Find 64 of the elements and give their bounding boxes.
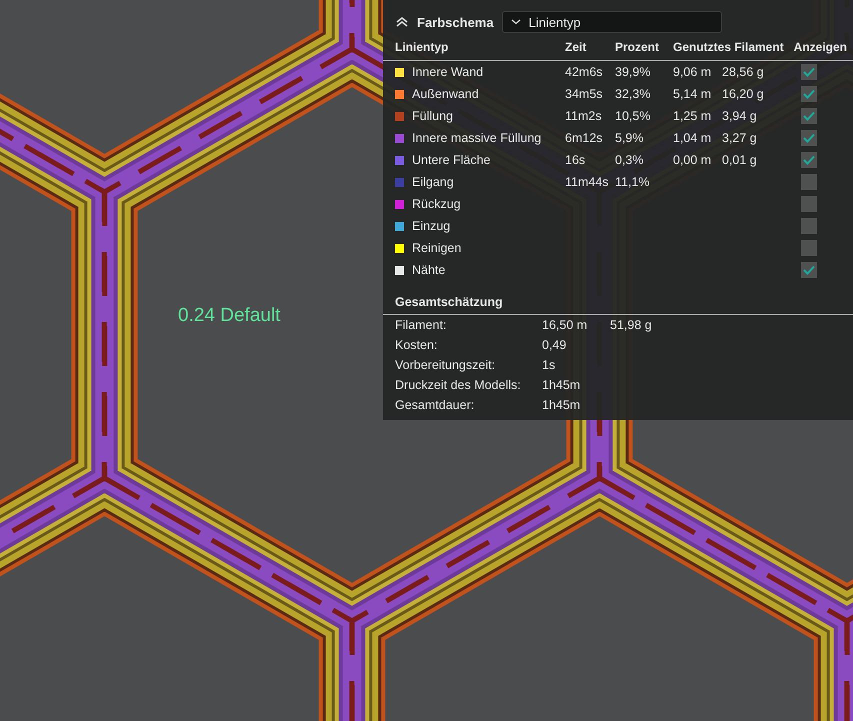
time-value: 11m2s xyxy=(565,109,602,123)
length-value: 5,14 m xyxy=(673,87,712,101)
time-value: 6m12s xyxy=(565,131,603,145)
visibility-checkbox[interactable] xyxy=(800,218,816,234)
time-value: 42m6s xyxy=(565,65,603,79)
summary-value: 1s xyxy=(542,358,556,372)
length-value: 1,04 m xyxy=(673,131,712,145)
weight-value: 0,01 g xyxy=(722,153,757,167)
visibility-checkbox[interactable] xyxy=(800,130,816,146)
percent-value: 0,3% xyxy=(615,153,644,167)
length-value: 9,06 m xyxy=(673,65,712,79)
summary-value: 1h45m xyxy=(542,378,582,392)
line-type-name: Innere Wand xyxy=(412,65,484,79)
percent-value: 5,9% xyxy=(615,131,644,145)
summary-title: Gesamtschätzung xyxy=(383,295,853,315)
line-type-name: Untere Fläche xyxy=(412,153,491,167)
visibility-checkbox[interactable] xyxy=(800,108,816,124)
length-value: 1,25 m xyxy=(673,109,712,123)
visibility-checkbox[interactable] xyxy=(800,86,816,102)
line-type-name: Reinigen xyxy=(412,241,462,255)
summary-value: 0,49 xyxy=(542,338,568,352)
line-type-name: Einzug xyxy=(412,219,450,233)
percent-value: 39,9% xyxy=(615,65,650,79)
summary-value: 51,98 g xyxy=(610,318,653,332)
summary-label: Druckzeit des Modells: xyxy=(395,378,522,392)
summary-label: Gesamtdauer: xyxy=(395,398,476,412)
summary-label: Kosten: xyxy=(395,338,438,352)
percent-value: 10,5% xyxy=(615,109,650,123)
summary-value: 1h45m xyxy=(542,398,582,412)
weight-value: 3,27 g xyxy=(722,131,757,145)
summary-label: Filament: xyxy=(395,318,448,332)
weight-value: 3,94 g xyxy=(722,109,757,123)
percent-value: 32,3% xyxy=(615,87,650,101)
caret-icon xyxy=(510,19,521,25)
column-header: Prozent xyxy=(615,40,660,54)
line-type-name: Innere massive Füllung xyxy=(412,131,542,145)
line-type-name: Füllung xyxy=(412,109,453,123)
visibility-checkbox[interactable] xyxy=(800,152,816,168)
weight-value: 16,20 g xyxy=(722,87,764,101)
visibility-checkbox[interactable] xyxy=(800,240,816,256)
line-type-name: Eilgang xyxy=(412,175,454,189)
time-value: 34m5s xyxy=(565,87,603,101)
visibility-checkbox[interactable] xyxy=(800,262,816,278)
time-value: 16s xyxy=(565,153,586,167)
collapse-icon[interactable] xyxy=(395,16,409,28)
length-value: 0,00 m xyxy=(673,153,712,167)
visibility-checkbox[interactable] xyxy=(800,64,816,80)
column-header: Linientyp xyxy=(395,40,450,54)
weight-value: 28,56 g xyxy=(722,65,764,79)
percent-value: 11,1% xyxy=(615,175,650,189)
line-type-name: Außenwand xyxy=(412,87,479,101)
visibility-checkbox[interactable] xyxy=(800,196,816,212)
layer-label: 0.24 Default xyxy=(178,305,280,327)
color-scheme-dropdown[interactable]: Linientyp xyxy=(502,11,722,33)
line-type-name: Rückzug xyxy=(412,197,461,211)
summary-label: Vorbereitungszeit: xyxy=(395,358,496,372)
column-header: Anzeigen xyxy=(794,40,848,54)
panel-title: Farbschema xyxy=(417,14,494,30)
summary-value: 16,50 m xyxy=(542,318,588,332)
column-header: Zeit xyxy=(565,40,588,54)
visibility-checkbox[interactable] xyxy=(800,174,816,190)
time-value: 11m44s xyxy=(565,175,609,189)
column-header: Genutztes Filament xyxy=(673,40,785,54)
line-type-name: Nähte xyxy=(412,263,446,277)
